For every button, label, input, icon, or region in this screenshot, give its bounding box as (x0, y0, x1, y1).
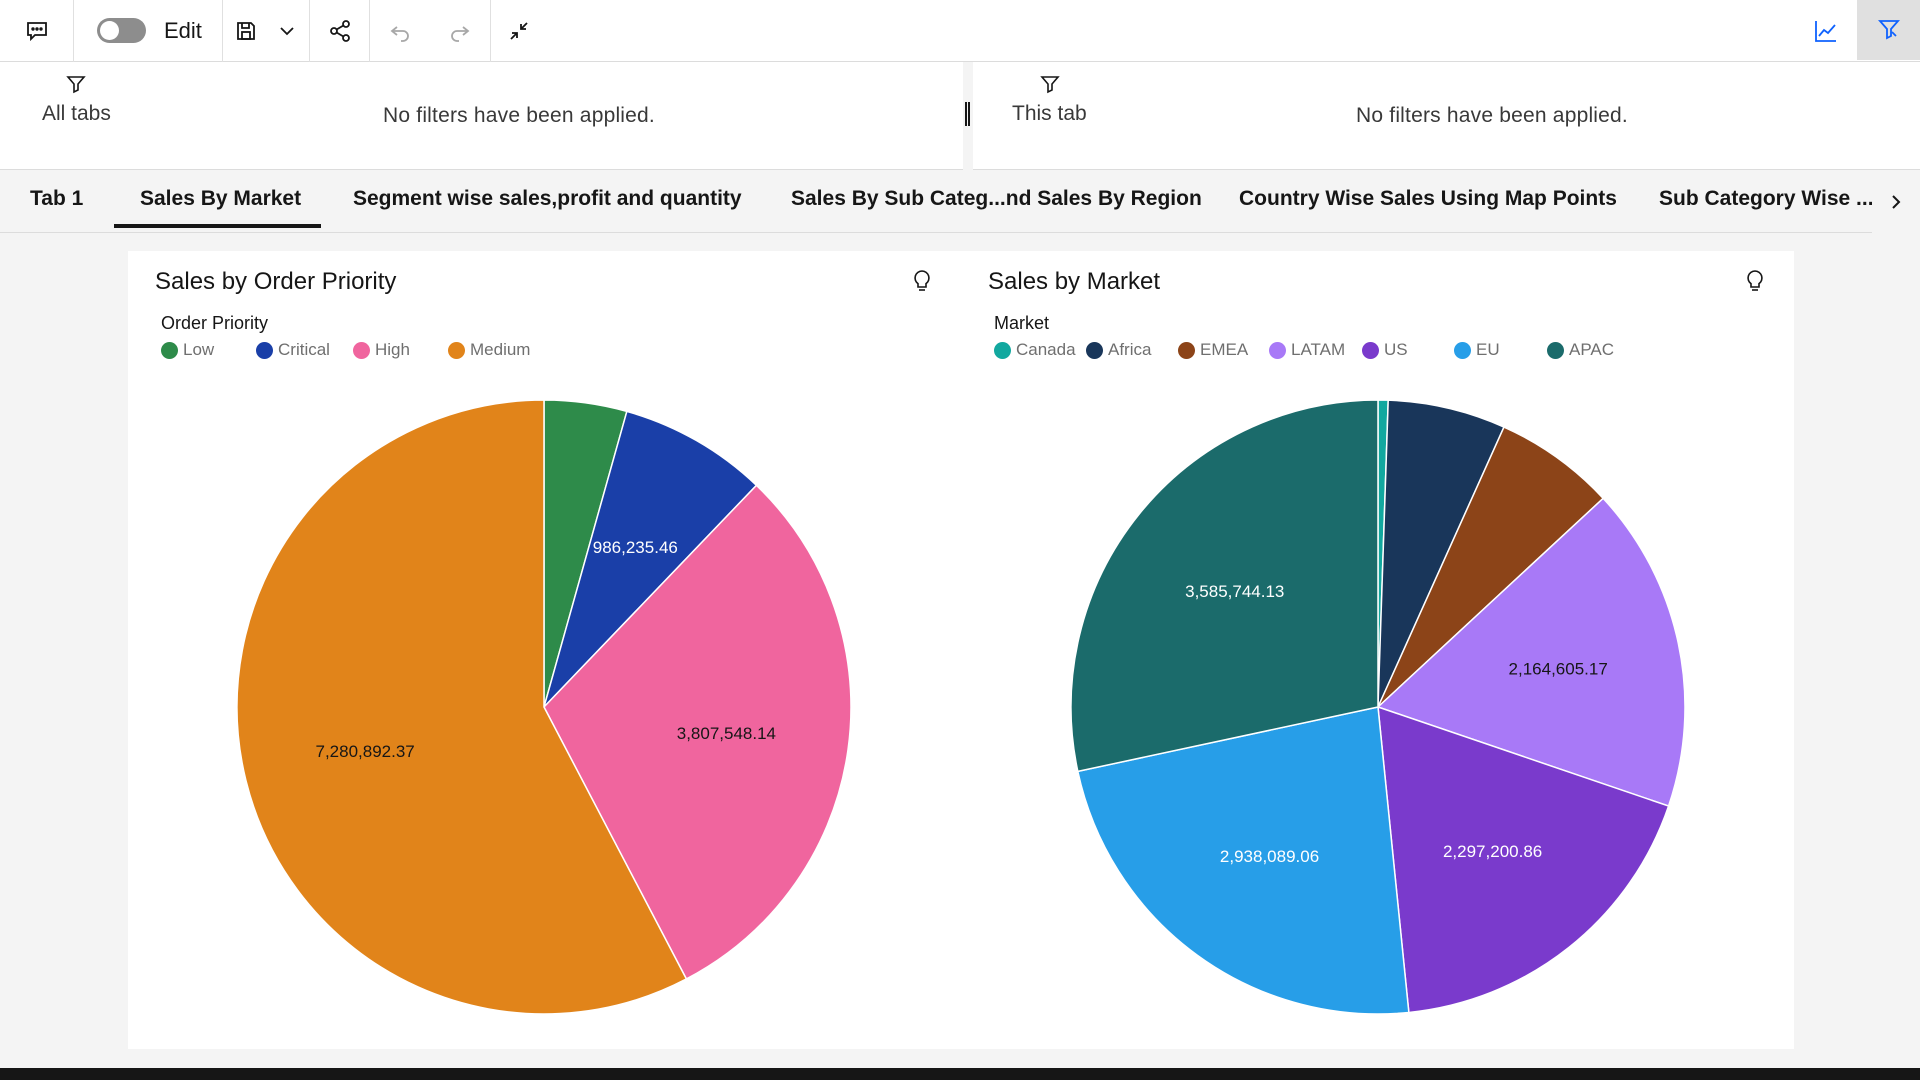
save-icon (237, 22, 255, 40)
data-label-latam: 2,164,605.17 (1509, 660, 1608, 679)
tab-segment-wise-sales[interactable]: Segment wise sales,profit and quantity (353, 187, 742, 211)
widget-sales-by-order-priority[interactable]: Sales by Order Priority Order Priority L… (128, 251, 961, 1049)
filter-icon (66, 74, 86, 99)
widget-sales-by-market[interactable]: Sales by Market Market Canada Africa EMEA L… (961, 251, 1794, 1049)
data-label-eu: 2,938,089.06 (1220, 847, 1319, 866)
undo-icon (390, 26, 409, 42)
chevron-down-icon (280, 27, 294, 36)
share-icon (330, 20, 350, 42)
comment-button[interactable] (0, 0, 73, 62)
toggle-knob (100, 21, 119, 40)
edit-toggle[interactable] (97, 18, 146, 43)
data-label-critical: 986,235.46 (593, 538, 678, 557)
share-button[interactable] (310, 0, 370, 62)
undo-button[interactable] (370, 0, 430, 62)
data-label-medium: 7,280,892.37 (315, 742, 414, 761)
tab-sub-category-wise[interactable]: Sub Category Wise ...L (1659, 187, 1872, 211)
line-chart-icon (1815, 21, 1836, 42)
data-label-us: 2,297,200.86 (1443, 842, 1542, 861)
save-button[interactable] (228, 0, 264, 62)
this-tab-message: No filters have been applied. (1356, 104, 1628, 127)
all-tabs-message: No filters have been applied. (383, 104, 655, 127)
redo-icon (451, 26, 470, 42)
tab-country-wise-sales[interactable]: Country Wise Sales Using Map Points (1239, 187, 1617, 211)
bottom-bar (0, 1068, 1920, 1080)
this-tab-label: This tab (1012, 102, 1087, 125)
tab-scroll-right-button[interactable] (1872, 171, 1920, 233)
filter-icon (1040, 74, 1060, 99)
filter-icon (1878, 20, 1900, 40)
collapse-button[interactable] (491, 0, 547, 62)
filter-bar: All tabs No filters have been applied. T… (0, 62, 1920, 170)
tab-tab-1[interactable]: Tab 1 (30, 187, 83, 211)
comment-icon (26, 22, 47, 42)
all-tabs-label: All tabs (42, 102, 111, 125)
pie-chart: 986,235.46 3,807,548.14 7,280,892.37 (236, 399, 852, 1015)
edit-label: Edit (164, 18, 202, 43)
tab-sales-by-sub-category[interactable]: Sales By Sub Categ...nd Sales By Region (791, 187, 1202, 211)
tab-bar: Tab 1 Sales By Market Segment wise sales… (0, 171, 1920, 233)
insights-button[interactable] (1795, 0, 1857, 62)
selected-tab-indicator (114, 224, 321, 228)
drag-handle[interactable] (965, 102, 970, 126)
data-label-high: 3,807,548.14 (677, 724, 776, 743)
pie-chart: 2,164,605.17 2,297,200.86 2,938,089.06 3,58… (1070, 399, 1686, 1015)
redo-button[interactable] (430, 0, 490, 62)
chevron-right-icon (1892, 195, 1901, 209)
this-tab-filter-panel[interactable]: This tab No filters have been applied. (973, 62, 1920, 170)
tab-sales-by-market[interactable]: Sales By Market (140, 187, 301, 211)
all-tabs-filter-panel[interactable]: All tabs No filters have been applied. (0, 62, 963, 170)
dashboard-canvas: Sales by Order Priority Order Priority L… (128, 251, 1794, 1049)
save-options-dropdown[interactable] (272, 0, 302, 62)
data-label-apac: 3,585,744.13 (1185, 582, 1284, 601)
toolbar: Edit (0, 0, 1920, 62)
filter-toggle-button[interactable] (1857, 0, 1920, 60)
collapse-icon (510, 22, 528, 40)
